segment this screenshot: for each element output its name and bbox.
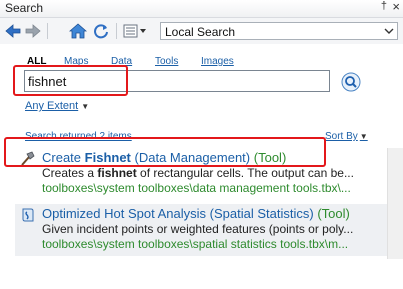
results-scrollbar[interactable] [387, 148, 403, 259]
chevron-down-icon: ▼ [359, 132, 368, 141]
back-arrow-icon[interactable] [4, 22, 22, 40]
result-type: (Tool) [317, 206, 350, 221]
highlight-box-search [13, 65, 128, 96]
search-go-icon[interactable] [341, 72, 361, 92]
view-options-icon[interactable] [122, 22, 150, 40]
result-path: toolboxes\system toolboxes\data manageme… [42, 181, 351, 195]
search-result-item[interactable]: Optimized Hot Spot Analysis (Spatial Sta… [15, 204, 387, 256]
chevron-down-icon: ▼ [81, 102, 90, 111]
result-description-text: Creates a [42, 166, 98, 180]
result-title-line[interactable]: Optimized Hot Spot Analysis (Spatial Sta… [42, 206, 350, 221]
home-icon[interactable] [68, 22, 88, 40]
refresh-icon[interactable] [92, 22, 110, 40]
window-titlebar: Search † × [0, 0, 403, 18]
forward-arrow-icon[interactable] [24, 22, 42, 40]
result-title: Optimized Hot Spot Analysis [42, 206, 207, 221]
script-tool-icon [19, 207, 35, 223]
highlight-box-result [4, 137, 326, 167]
sort-by-dropdown[interactable]: Sort By ▼ [325, 131, 368, 142]
toolbar-separator [116, 23, 117, 39]
window-title: Search [5, 1, 44, 15]
extent-dropdown[interactable]: Any Extent ▼ [25, 100, 89, 112]
search-toolbar: Local Search [0, 18, 403, 44]
search-scope-dropdown[interactable]: Local Search [160, 22, 398, 40]
toolbar-separator [47, 23, 48, 39]
result-description: Creates a fishnet of rectangular cells. … [42, 166, 387, 180]
chevron-down-icon[interactable] [381, 23, 397, 39]
sort-by-label: Sort By [325, 131, 358, 142]
extent-label: Any Extent [25, 100, 79, 112]
tab-tools[interactable]: Tools [155, 56, 178, 67]
tab-images[interactable]: Images [201, 56, 234, 67]
pin-icon[interactable]: † [381, 0, 387, 12]
close-icon[interactable]: × [392, 0, 400, 14]
result-description: Given incident points or weighted featur… [42, 222, 354, 236]
result-description-highlight: fishnet [97, 166, 137, 180]
result-toolbox: (Spatial Statistics) [209, 206, 314, 221]
search-scope-value: Local Search [165, 25, 236, 39]
result-path: toolboxes\system toolboxes\spatial stati… [42, 237, 349, 251]
result-description-text: of rectangular cells. The output can be.… [136, 166, 354, 180]
